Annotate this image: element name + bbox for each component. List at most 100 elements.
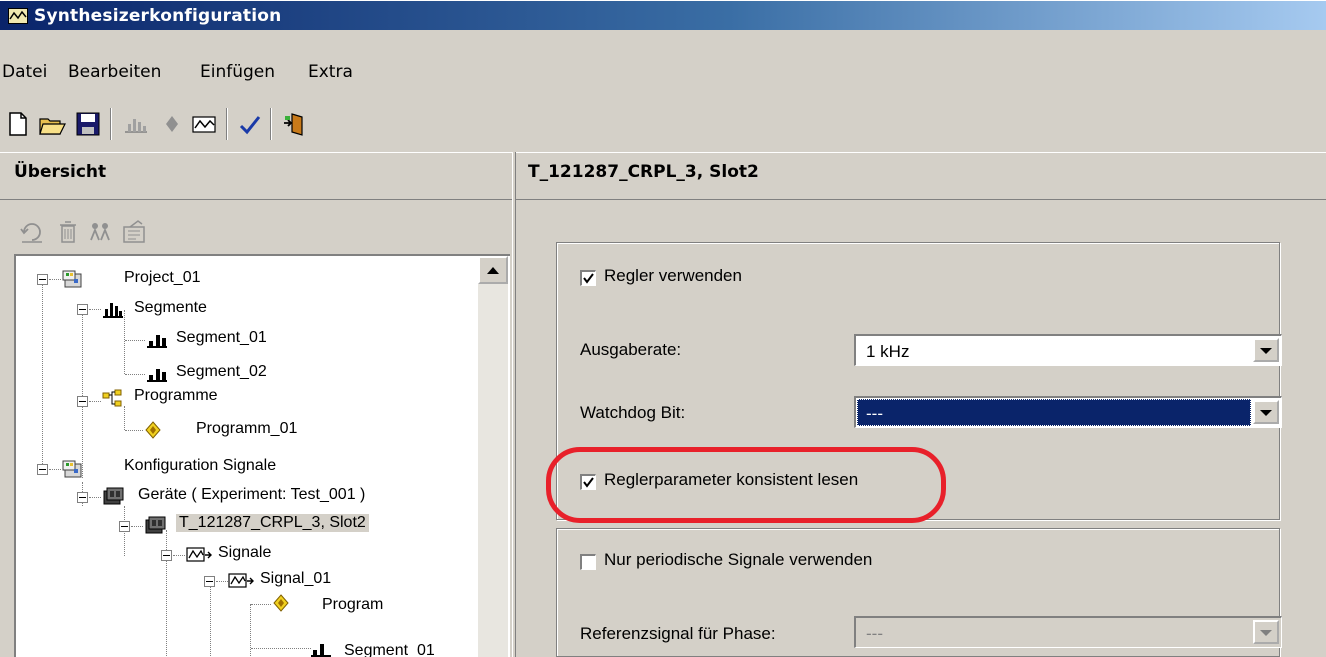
tree-guide-line xyxy=(251,648,311,649)
tree-guide-line xyxy=(251,604,271,605)
menu-einfuegen[interactable]: Einfügen xyxy=(200,62,275,82)
program-diamond-icon[interactable] xyxy=(158,110,186,138)
ausgaberate-label: Ausgaberate: xyxy=(580,340,682,359)
watchdog-select[interactable]: --- xyxy=(854,396,1282,428)
referenzsignal-label: Referenzsignal für Phase: xyxy=(580,624,776,643)
tree-expander[interactable] xyxy=(37,464,48,475)
tree-guide-line xyxy=(89,497,101,498)
window-title: Synthesizerkonfiguration xyxy=(34,6,282,26)
menu-extra[interactable]: Extra xyxy=(308,62,353,82)
tree-guide-line xyxy=(49,279,61,280)
open-folder-icon[interactable] xyxy=(38,110,66,138)
segment-icon xyxy=(146,363,168,383)
programme-folder-icon xyxy=(102,389,124,409)
tree-expander[interactable] xyxy=(204,576,215,587)
tree-expander[interactable] xyxy=(161,550,172,561)
signal-icon xyxy=(228,571,254,591)
tree-label-device-selected[interactable]: T_121287_CRPL_3, Slot2 xyxy=(176,514,369,532)
tree-label-geraete[interactable]: Geräte ( Experiment: Test_001 ) xyxy=(138,486,365,504)
tree-guide-line xyxy=(173,555,185,556)
tree-guide-line xyxy=(82,310,83,478)
undo-icon[interactable] xyxy=(18,218,46,246)
left-panel-title: Übersicht xyxy=(14,162,107,182)
signal-folder-icon xyxy=(186,545,212,565)
menu-bearbeiten[interactable]: Bearbeiten xyxy=(68,62,161,82)
tree-expander[interactable] xyxy=(119,521,130,532)
ausgaberate-value: 1 kHz xyxy=(866,342,910,361)
nur-periodische-label: Nur periodische Signale verwenden xyxy=(604,550,873,569)
tree-label-konfiguration[interactable]: Konfiguration Signale xyxy=(124,457,276,475)
project-icon xyxy=(62,459,84,479)
tree-guide-line xyxy=(125,374,145,375)
properties-icon[interactable] xyxy=(120,218,148,246)
scroll-up-button[interactable] xyxy=(478,256,508,284)
tree-guide-line xyxy=(131,526,143,527)
check-icon[interactable] xyxy=(236,110,264,138)
tree-label-segmente[interactable]: Segmente xyxy=(134,299,207,317)
save-icon[interactable] xyxy=(74,110,102,138)
tree-guide-line xyxy=(124,310,125,374)
tree-guide-line xyxy=(49,469,61,470)
tree-guide-line xyxy=(89,401,101,402)
tree-expander[interactable] xyxy=(37,274,48,285)
chevron-down-icon[interactable] xyxy=(1253,400,1279,424)
tree-guide-line xyxy=(89,309,101,310)
tree-label-program[interactable]: Program xyxy=(322,596,383,614)
tree-scrollbar[interactable] xyxy=(478,256,508,657)
tree-guide-line xyxy=(125,340,145,341)
tree-label-signal[interactable]: Signal_01 xyxy=(260,570,331,588)
tree-guide-line xyxy=(42,280,43,470)
tree-label-programme[interactable]: Programme xyxy=(134,387,218,405)
title-bar[interactable]: Synthesizerkonfiguration xyxy=(0,0,1326,30)
ausgaberate-select[interactable]: 1 kHz xyxy=(854,334,1282,366)
new-file-icon[interactable] xyxy=(4,110,32,138)
segment-chart-icon[interactable] xyxy=(122,110,150,138)
program-icon xyxy=(270,593,292,613)
tree-label-program[interactable]: Programm_01 xyxy=(196,420,297,438)
device-icon xyxy=(144,515,166,535)
tree-guide-line xyxy=(125,430,143,431)
app-icon xyxy=(8,8,28,24)
toolbar-separator xyxy=(110,108,112,140)
tree-label-project[interactable]: Project_01 xyxy=(124,269,201,287)
segment-icon xyxy=(310,638,332,657)
program-icon xyxy=(142,420,164,440)
right-panel-title: T_121287_CRPL_3, Slot2 xyxy=(528,162,759,182)
tree-guide-line xyxy=(210,580,211,657)
tree-label-segment[interactable]: Segment_02 xyxy=(176,363,267,381)
device-icon xyxy=(102,486,124,506)
referenzsignal-select[interactable]: --- xyxy=(854,616,1282,648)
watchdog-value: --- xyxy=(866,404,883,423)
regler-verwenden-label: Regler verwenden xyxy=(604,266,742,285)
delete-icon[interactable] xyxy=(54,218,82,246)
red-highlight-ring xyxy=(546,447,946,523)
selection-highlight xyxy=(857,399,1251,426)
exit-door-icon[interactable] xyxy=(280,110,308,138)
panel-splitter[interactable] xyxy=(512,152,516,657)
referenzsignal-value: --- xyxy=(866,624,883,643)
signal-wave-icon[interactable] xyxy=(190,110,218,138)
tree-label-segment[interactable]: Segment_01 xyxy=(344,642,435,657)
tree-label-signale[interactable]: Signale xyxy=(218,544,271,562)
overview-tree[interactable]: Project_01 Segmente Segment_01 Segment_0… xyxy=(14,254,510,657)
toolbar-separator xyxy=(270,108,272,140)
segment-folder-icon xyxy=(102,299,124,319)
app-window: Synthesizerkonfiguration Datei Bearbeite… xyxy=(0,0,1326,657)
tree-expander[interactable] xyxy=(77,492,88,503)
toolbar-separator xyxy=(226,108,228,140)
nur-periodische-checkbox[interactable] xyxy=(580,554,596,570)
tree-expander[interactable] xyxy=(77,396,88,407)
tree-guide-line xyxy=(216,581,228,582)
chevron-down-icon[interactable] xyxy=(1253,620,1279,644)
chevron-down-icon[interactable] xyxy=(1253,338,1279,362)
tree-guide-line xyxy=(124,406,125,430)
project-icon xyxy=(62,269,84,289)
watchdog-label: Watchdog Bit: xyxy=(580,403,686,422)
menu-datei[interactable]: Datei xyxy=(2,62,47,82)
group-icon[interactable] xyxy=(86,218,114,246)
tree-expander[interactable] xyxy=(77,304,88,315)
tree-guide-line xyxy=(250,604,251,657)
segment-icon xyxy=(146,329,168,349)
regler-verwenden-checkbox[interactable] xyxy=(580,270,596,286)
tree-label-segment[interactable]: Segment_01 xyxy=(176,329,267,347)
